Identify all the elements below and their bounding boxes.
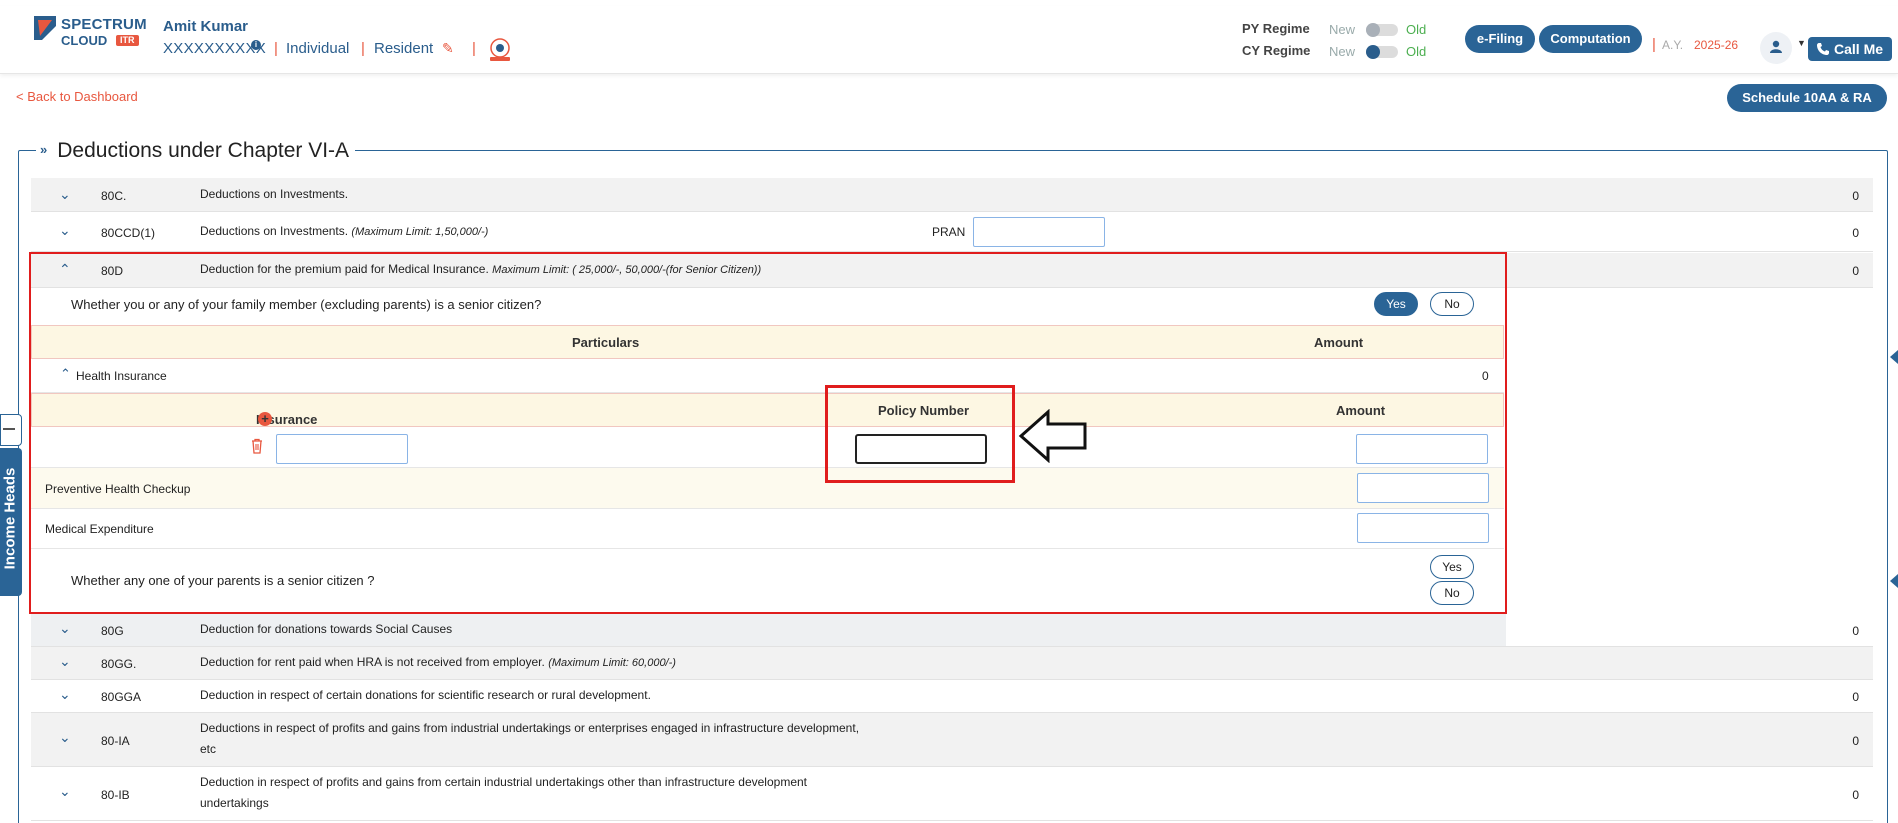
deduction-row-80ib[interactable]: ⌄ 80-IB Deduction in respect of profits … [31,767,1873,821]
back-to-dashboard-link[interactable]: < Back to Dashboard [16,89,138,104]
top-header: SPECTRUM CLOUD ITR Amit Kumar XXXXXXXXXX… [0,6,1898,74]
py-regime-old: Old [1406,22,1427,37]
info-icon[interactable]: i [251,40,261,50]
logo-itr-badge: ITR [116,35,139,46]
row-code: 80-IB [101,788,130,802]
row-description: Deductions on Investments. (Maximum Limi… [200,221,488,243]
computation-button[interactable]: Computation [1539,25,1642,53]
chevron-down-icon[interactable]: ⌄ [59,186,71,203]
row-value: 0 [1852,734,1859,748]
row-code: 80G [101,624,124,638]
row-limit-note: (Maximum Limit: 60,000/-) [548,657,676,669]
cy-regime-new: New [1329,44,1356,59]
cy-regime-old: Old [1406,44,1427,59]
row-description: Deduction for donations towards Social C… [200,622,453,636]
call-me-label: Call Me [1834,41,1884,57]
section-title[interactable]: » Deductions under Chapter VI-A [36,139,356,163]
chevron-down-icon[interactable]: ⌄ [59,729,71,746]
deduction-row-80gg[interactable]: ⌄ 80GG. Deduction for rent paid when HRA… [31,647,1873,680]
user-avatar[interactable] [1760,32,1792,64]
deduction-row-80ia[interactable]: ⌄ 80-IA Deductions in respect of profits… [31,713,1873,767]
row-description: Deduction in respect of certain donation… [200,688,651,702]
efiling-button[interactable]: e-Filing [1465,25,1535,53]
separator: | [274,40,278,57]
chevron-down-icon[interactable]: ⌄ [59,783,71,800]
sidebar-collapse-handle[interactable] [0,414,22,446]
deduction-row-80g[interactable]: ⌄ 80G Deduction for donations towards So… [31,614,1873,647]
row-description: Deductions on Investments. [200,187,349,201]
row-description: Deduction for rent paid when HRA is not … [200,652,676,674]
chevron-down-icon[interactable]: ⌄ [59,222,71,239]
residency-status: Resident [374,40,434,57]
separator: | [361,40,365,57]
right-panel-toggle-icon[interactable] [1890,350,1898,364]
ay-value: 2025-26 [1694,38,1739,52]
row-value: 0 [1852,624,1859,638]
user-type: Individual [286,40,350,57]
row-description-line2: etc [200,742,217,756]
row-value: 0 [1852,690,1859,704]
chevron-down-icon[interactable]: ⌄ [59,653,71,670]
pran-input[interactable] [973,217,1105,247]
row-code: 80GG. [101,657,137,671]
row-description-text: Deductions on Investments. [200,224,349,238]
income-heads-tab[interactable]: Income Heads [0,448,22,596]
phone-icon [1817,43,1829,55]
income-tax-emblem-icon[interactable] [484,37,516,63]
row-value: 0 [1852,264,1859,278]
ay-label: A.Y. [1662,38,1684,52]
highlight-frame [29,252,1507,614]
separator: | [1652,36,1656,53]
separator: | [472,40,476,57]
row-description-line1: Deduction in respect of profits and gain… [200,775,807,789]
logo-text-spectrum: SPECTRUM [61,16,147,33]
right-panel-toggle-icon[interactable] [1890,574,1898,588]
deduction-row-80gga[interactable]: ⌄ 80GGA Deduction in respect of certain … [31,680,1873,713]
call-me-button[interactable]: Call Me [1808,37,1892,61]
schedule-10aa-button[interactable]: Schedule 10AA & RA [1727,84,1887,112]
cy-regime-label: CY Regime [1242,43,1311,58]
user-name: Amit Kumar [163,18,249,35]
row-value: 0 [1852,189,1859,203]
row-limit-note: (Maximum Limit: 1,50,000/-) [351,226,489,238]
row-code: 80C. [101,189,127,203]
row-value: 0 [1852,788,1859,802]
logo-text-cloud: CLOUD [61,33,108,48]
section-title-text: Deductions under Chapter VI-A [57,139,350,162]
py-regime-new: New [1329,22,1356,37]
py-regime-label: PY Regime [1242,21,1310,36]
row-code: 80CCD(1) [101,226,156,240]
row-description-text: Deduction for rent paid when HRA is not … [200,655,545,669]
edit-pencil-icon[interactable]: ✎ [442,40,454,57]
double-chevron-down-icon[interactable]: » [40,142,47,157]
spectrum-logo[interactable]: SPECTRUM CLOUD ITR [34,14,147,50]
deduction-row-80c[interactable]: ⌄ 80C. Deductions on Investments. 0 [31,178,1873,212]
py-regime-toggle[interactable] [1366,23,1398,37]
user-icon [1770,40,1782,53]
pran-label: PRAN [932,225,966,239]
cy-regime-toggle[interactable] [1366,45,1398,59]
row-code: 80GGA [101,690,142,704]
row-code: 80-IA [101,734,130,748]
chevron-down-icon[interactable]: ⌄ [59,686,71,703]
pointer-arrow-icon [1018,409,1087,463]
chevron-down-icon[interactable]: ⌄ [59,620,71,637]
policy-number-input[interactable] [855,434,987,464]
row-description-line2: undertakings [200,796,269,810]
income-heads-label: Income Heads [1,467,19,570]
chevron-down-icon[interactable]: ▼ [1797,38,1806,48]
logo-mark-icon [34,16,56,40]
row-description-line1: Deductions in respect of profits and gai… [200,721,860,735]
row-value: 0 [1852,226,1859,240]
